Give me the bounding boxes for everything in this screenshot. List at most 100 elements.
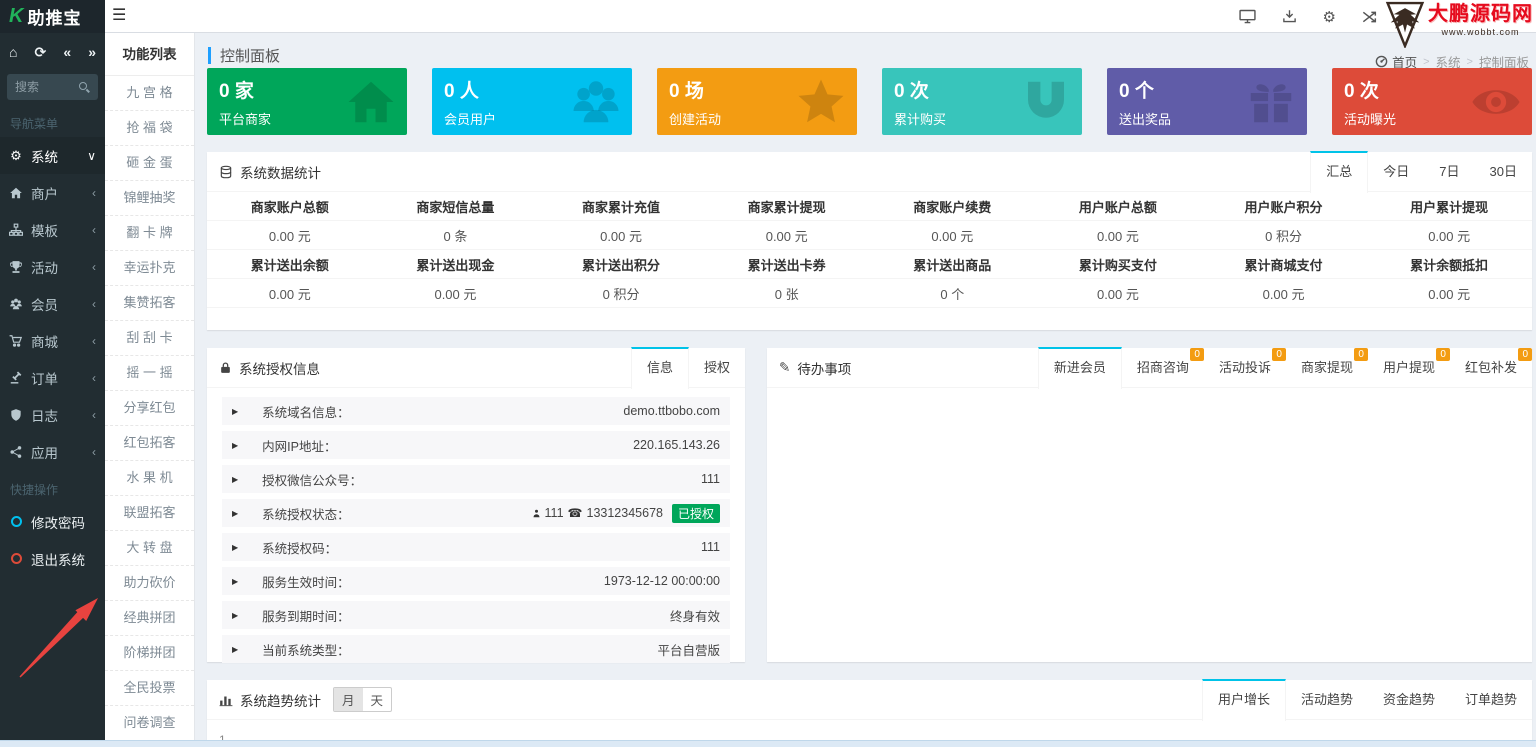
tab-activity-trend[interactable]: 活动趋势 bbox=[1286, 679, 1368, 720]
menu-label: 应用 bbox=[31, 445, 58, 461]
tab-summary[interactable]: 汇总 bbox=[1310, 151, 1369, 193]
stat-card-users[interactable]: 0 人 会员用户 bbox=[432, 68, 632, 135]
tab-merchant-consult[interactable]: 招商咨询 0 bbox=[1122, 347, 1204, 388]
tab-user-growth[interactable]: 用户增长 bbox=[1201, 679, 1286, 721]
tab-funds-trend[interactable]: 资金趋势 bbox=[1368, 679, 1450, 720]
sidebar-toggle-icon[interactable]: ☰ bbox=[112, 5, 126, 25]
nav-forward-icon[interactable]: » bbox=[88, 44, 96, 61]
circle-o-icon bbox=[11, 553, 22, 564]
tab-order-trend[interactable]: 订单趋势 bbox=[1450, 679, 1532, 720]
license-row-auth-status[interactable]: ▶ 系统授权状态： 111 ☎ 13312345678 已授权 bbox=[222, 499, 730, 527]
license-row[interactable]: ▶ 授权微信公众号： 111 bbox=[222, 465, 730, 493]
nav-back-icon[interactable]: « bbox=[63, 44, 71, 61]
search-input[interactable] bbox=[15, 80, 78, 94]
sidebar-item-template[interactable]: 模板 ‹ bbox=[0, 211, 105, 248]
sidebar-item-orders[interactable]: 订单 ‹ bbox=[0, 359, 105, 396]
nav-refresh-icon[interactable]: ⟳ bbox=[35, 44, 47, 61]
function-list-item[interactable]: 红包拓客 bbox=[105, 426, 194, 461]
chevron-left-icon: ‹ bbox=[92, 444, 96, 459]
stat-card-purchases[interactable]: 0 次 累计购买 bbox=[882, 68, 1082, 135]
sidebar-item-merchant[interactable]: 商户 ‹ bbox=[0, 174, 105, 211]
license-label: 系统授权状态： bbox=[262, 507, 350, 522]
tab-merchant-withdraw[interactable]: 商家提现 0 bbox=[1286, 347, 1368, 388]
stats-header-cell: 累计送出卡券 bbox=[747, 257, 826, 273]
license-row[interactable]: ▶ 当前系统类型： 平台自营版 bbox=[222, 635, 730, 663]
magnet-icon bbox=[1028, 81, 1064, 118]
function-list-item[interactable]: 摇 一 摇 bbox=[105, 356, 194, 391]
stat-card-exposure[interactable]: 0 次 活动曝光 bbox=[1332, 68, 1532, 135]
stat-card-prizes[interactable]: 0 个 送出奖品 bbox=[1107, 68, 1307, 135]
sidebar-search[interactable] bbox=[7, 74, 98, 100]
panel-title: 待办事项 bbox=[797, 361, 852, 377]
sidebar-item-mall[interactable]: 商城 ‹ bbox=[0, 322, 105, 359]
tab-info[interactable]: 信息 bbox=[630, 347, 689, 389]
app-logo[interactable]: K 助推宝 bbox=[0, 0, 105, 33]
function-list-item[interactable]: 锦鲤抽奖 bbox=[105, 181, 194, 216]
stats-header-cell: 用户账户总额 bbox=[1078, 199, 1157, 215]
search-icon[interactable] bbox=[78, 81, 90, 93]
stats-header-cell: 用户累计提现 bbox=[1410, 199, 1489, 215]
monitor-icon[interactable] bbox=[1238, 9, 1256, 24]
change-password-item[interactable]: 修改密码 bbox=[0, 503, 105, 540]
tab-auth[interactable]: 授权 bbox=[689, 347, 745, 388]
tab-user-withdraw[interactable]: 用户提现 0 bbox=[1368, 347, 1450, 388]
tab-activity-complaints[interactable]: 活动投诉 0 bbox=[1204, 347, 1286, 388]
license-row[interactable]: ▶ 服务到期时间： 终身有效 bbox=[222, 601, 730, 629]
function-list-item[interactable]: 抢 福 袋 bbox=[105, 111, 194, 146]
function-list-item[interactable]: 问卷调查 bbox=[105, 706, 194, 741]
tab-30days[interactable]: 30日 bbox=[1475, 151, 1532, 192]
function-list-item[interactable]: 大 转 盘 bbox=[105, 531, 194, 566]
function-list-item[interactable]: 全民投票 bbox=[105, 671, 194, 706]
function-list-item[interactable]: 幸运扑克 bbox=[105, 251, 194, 286]
sidebar-item-apps[interactable]: 应用 ‹ bbox=[0, 433, 105, 470]
function-list-item[interactable]: 砸 金 蛋 bbox=[105, 146, 194, 181]
logout-item[interactable]: 退出系统 bbox=[0, 540, 105, 577]
function-list-item[interactable]: 集赞拓客 bbox=[105, 286, 194, 321]
tab-7days[interactable]: 7日 bbox=[1424, 151, 1474, 192]
stat-card-activities[interactable]: 0 场 创建活动 bbox=[657, 68, 857, 135]
stat-card-merchants[interactable]: 0 家 平台商家 bbox=[207, 68, 407, 135]
chevron-left-icon: ‹ bbox=[92, 407, 96, 422]
period-toggle: 月 天 bbox=[333, 687, 393, 712]
license-row[interactable]: ▶ 系统域名信息： demo.ttbobo.com bbox=[222, 397, 730, 425]
download-icon[interactable] bbox=[1282, 9, 1297, 24]
function-list-item[interactable]: 阶梯拼团 bbox=[105, 636, 194, 671]
function-list-item[interactable]: 翻 卡 牌 bbox=[105, 216, 194, 251]
nav-home-icon[interactable]: ⌂ bbox=[9, 44, 17, 61]
count-badge: 0 bbox=[1518, 348, 1532, 361]
toggle-month[interactable]: 月 bbox=[334, 688, 363, 711]
stats-header-cell: 商家累计提现 bbox=[747, 199, 826, 215]
function-list-item[interactable]: 联盟拓客 bbox=[105, 496, 194, 531]
license-row[interactable]: ▶ 服务生效时间： 1973-12-12 00:00:00 bbox=[222, 567, 730, 595]
menu-label: 模板 bbox=[31, 223, 58, 239]
license-row[interactable]: ▶ 系统授权码： 111 bbox=[222, 533, 730, 561]
shuffle-icon[interactable] bbox=[1362, 10, 1378, 24]
sidebar-item-activity[interactable]: 活动 ‹ bbox=[0, 248, 105, 285]
horizontal-scrollbar[interactable] bbox=[0, 740, 1536, 747]
function-list-item[interactable]: 助力砍价 bbox=[105, 566, 194, 601]
license-value: 1973-12-12 00:00:00 bbox=[603, 574, 720, 588]
settings-icon[interactable]: ⚙ bbox=[1323, 8, 1336, 26]
sidebar-item-members[interactable]: 会员 ‹ bbox=[0, 285, 105, 322]
function-list-item[interactable]: 分享红包 bbox=[105, 391, 194, 426]
eye-icon bbox=[1472, 89, 1520, 114]
function-list-title: 功能列表 bbox=[105, 33, 194, 76]
function-list-item[interactable]: 水 果 机 bbox=[105, 461, 194, 496]
sidebar-item-logs[interactable]: 日志 ‹ bbox=[0, 396, 105, 433]
tab-redpacket-reissue[interactable]: 红包补发 0 bbox=[1450, 347, 1532, 388]
toggle-day[interactable]: 天 bbox=[363, 688, 392, 711]
caret-right-icon: ▶ bbox=[232, 440, 239, 450]
tab-today[interactable]: 今日 bbox=[1368, 151, 1424, 192]
caret-right-icon: ▶ bbox=[232, 474, 239, 484]
sidebar-item-system[interactable]: ⚙ 系统 ∨ bbox=[0, 137, 105, 174]
function-list-item[interactable]: 经典拼团 bbox=[105, 601, 194, 636]
stats-value-cell: 0.00 元 bbox=[765, 228, 808, 244]
license-value: 111 bbox=[700, 472, 720, 486]
stats-header-cell: 累计送出积分 bbox=[582, 257, 661, 273]
stats-header-cell: 累计送出商品 bbox=[913, 257, 992, 273]
tab-new-members[interactable]: 新进会员 bbox=[1037, 347, 1122, 389]
function-list-item[interactable]: 刮 刮 卡 bbox=[105, 321, 194, 356]
function-list-item[interactable]: 九 宫 格 bbox=[105, 76, 194, 111]
function-list: 九 宫 格 抢 福 袋 砸 金 蛋 锦鲤抽奖 翻 卡 牌 幸运扑克 集赞拓客 刮… bbox=[105, 76, 194, 741]
license-row[interactable]: ▶ 内网IP地址： 220.165.143.26 bbox=[222, 431, 730, 459]
